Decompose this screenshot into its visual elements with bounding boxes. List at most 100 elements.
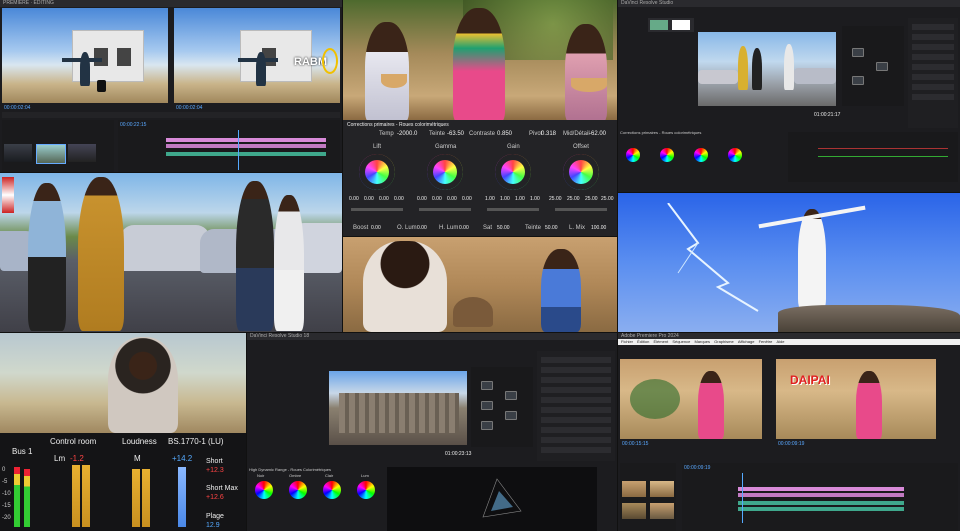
clay-pot xyxy=(453,297,493,327)
bus-meter-right xyxy=(24,469,30,527)
pivot-value[interactable]: 0.318 xyxy=(541,131,556,137)
bus-label: Bus 1 xyxy=(12,447,33,456)
video-clip[interactable] xyxy=(738,493,904,497)
timeline-timecode: 00:00:22:15 xyxy=(120,122,147,128)
premiere-editing-tile: PREMIERE · EDITING RABM 00:00:02:04 00:0… xyxy=(0,0,342,172)
gain-wheel[interactable] xyxy=(495,154,531,190)
lm-meter xyxy=(72,465,80,527)
teinte-value[interactable]: -63.50 xyxy=(447,131,464,137)
m-meter-2 xyxy=(142,469,150,527)
video-clip[interactable] xyxy=(166,144,326,148)
short-value: +12.3 xyxy=(206,467,224,474)
source-monitor xyxy=(620,359,762,439)
m-meter xyxy=(132,469,140,527)
rock-outcrop xyxy=(778,305,960,332)
offset-slider[interactable] xyxy=(555,208,607,211)
lightning-video-frame xyxy=(618,193,960,332)
loudness-label: Loudness xyxy=(122,437,157,446)
davinci-timecode: 01:00:21:17 xyxy=(814,112,841,118)
boy-backpack xyxy=(541,249,581,332)
bin-thumbnail[interactable] xyxy=(68,144,96,162)
wheel-group-lift: Lift 0.00 0.00 0.00 0.00 xyxy=(343,144,411,232)
walker-denim xyxy=(28,183,66,331)
source-timecode: 00:00:15:15 xyxy=(622,441,649,447)
lift-wheel[interactable] xyxy=(359,154,395,190)
wheel-gain[interactable] xyxy=(694,148,708,162)
premiere-menu-bar: Fichier Édition Élément Séquence Marques… xyxy=(618,339,960,345)
audio-clip[interactable] xyxy=(166,152,326,156)
program-timecode: 00:00:02:04 xyxy=(176,105,203,111)
hdr-wheel-ombre[interactable] xyxy=(289,481,307,499)
robed-figure xyxy=(798,209,826,309)
audio-clip[interactable] xyxy=(738,507,904,511)
wheel-gamma[interactable] xyxy=(660,148,674,162)
hdr-wheel-noir[interactable] xyxy=(255,481,273,499)
gain-slider[interactable] xyxy=(487,208,539,211)
parked-car xyxy=(120,225,210,271)
temp-value[interactable]: -2000.0 xyxy=(397,131,417,137)
top-params-row: Temp -2000.0 Teinte -63.50 Contraste 0.8… xyxy=(379,131,607,137)
gamma-wheel[interactable] xyxy=(427,154,463,190)
playhead[interactable] xyxy=(742,473,743,523)
wheel-group-gain: Gain 1.00 1.00 1.00 1.00 xyxy=(479,144,547,232)
davinci-title-bar: DaVinci Resolve Studio 18 xyxy=(247,333,617,340)
cie-scope xyxy=(387,467,597,531)
bus-meter-left xyxy=(14,467,20,527)
davinci-color-tile: DaVinci Resolve Studio 01:00:21:17 Corre… xyxy=(618,0,960,192)
bin-thumbnail[interactable] xyxy=(622,481,646,497)
control-room-label: Control room xyxy=(50,437,97,446)
hdr-wheel-clair[interactable] xyxy=(323,481,341,499)
davinci-viewer xyxy=(698,32,836,106)
bottom-params-row: Boost 0.00 O. Lum 0.00 H. Lum 0.00 Sat 5… xyxy=(353,225,607,231)
lift-slider[interactable] xyxy=(351,208,403,211)
middetail-value[interactable]: -62.00 xyxy=(589,131,606,137)
node-graph xyxy=(842,26,904,106)
brand-overlay-ring xyxy=(322,48,338,74)
dancer-right xyxy=(565,24,607,120)
gamma-slider[interactable] xyxy=(419,208,471,211)
project-bin xyxy=(620,463,676,531)
davinci-viewer xyxy=(329,371,467,445)
walker-dark xyxy=(236,181,274,331)
village-video-frame xyxy=(343,237,617,332)
walker-white xyxy=(274,195,304,331)
street-walking-frame xyxy=(0,173,342,332)
audio-clip[interactable] xyxy=(738,501,904,505)
short-max-label: Short Max xyxy=(206,485,238,492)
wheel-lift[interactable] xyxy=(626,148,640,162)
davinci-timecode: 01:00:23:13 xyxy=(445,451,472,457)
playhead[interactable] xyxy=(238,130,239,170)
hdr-panel-title: High Dynamic Range - Roues Colorimétriqu… xyxy=(249,467,332,472)
loudness-standard: BS.1770-1 (LU) xyxy=(168,437,224,446)
right-settings-panel xyxy=(908,18,958,128)
bin-thumbnail[interactable] xyxy=(36,144,66,164)
primary-wheels-panel: Corrections primaires - Roues colorimétr… xyxy=(343,120,617,236)
flag-banner xyxy=(2,177,14,213)
m-value: +14.2 xyxy=(172,454,193,463)
wheel-group-offset: Offset 25.00 25.00 25.00 25.00 xyxy=(547,144,617,232)
right-settings-panel xyxy=(537,351,615,461)
plage-value: 12.9 xyxy=(206,522,220,529)
transport-controls[interactable] xyxy=(2,112,340,118)
timeline-panel: 00:00:09:19 xyxy=(682,463,958,531)
bin-thumbnail[interactable] xyxy=(4,144,32,162)
source-timecode: 00:00:02:04 xyxy=(4,105,31,111)
bin-thumbnail[interactable] xyxy=(650,503,674,519)
short-meter xyxy=(178,467,186,527)
davinci-hdr-tile: DaVinci Resolve Studio 18 01:00:23:13 Hi… xyxy=(247,333,617,531)
title-overlay-text: DAIPAI xyxy=(790,373,830,387)
lm-value: -1.2 xyxy=(70,454,84,463)
keyframe-panel xyxy=(788,132,958,182)
video-clip[interactable] xyxy=(166,138,326,142)
hdr-wheel-lum[interactable] xyxy=(357,481,375,499)
contraste-value[interactable]: 0.850 xyxy=(497,131,512,137)
wheel-offset[interactable] xyxy=(728,148,742,162)
woman-headscarf-frame xyxy=(0,333,246,433)
project-bin xyxy=(2,120,114,172)
video-clip[interactable] xyxy=(738,487,904,491)
bin-thumbnail[interactable] xyxy=(622,503,646,519)
timeline-timecode: 00:00:09:19 xyxy=(684,465,711,471)
bin-thumbnail[interactable] xyxy=(650,481,674,497)
woman-headscarf xyxy=(108,337,178,433)
offset-wheel[interactable] xyxy=(563,154,599,190)
